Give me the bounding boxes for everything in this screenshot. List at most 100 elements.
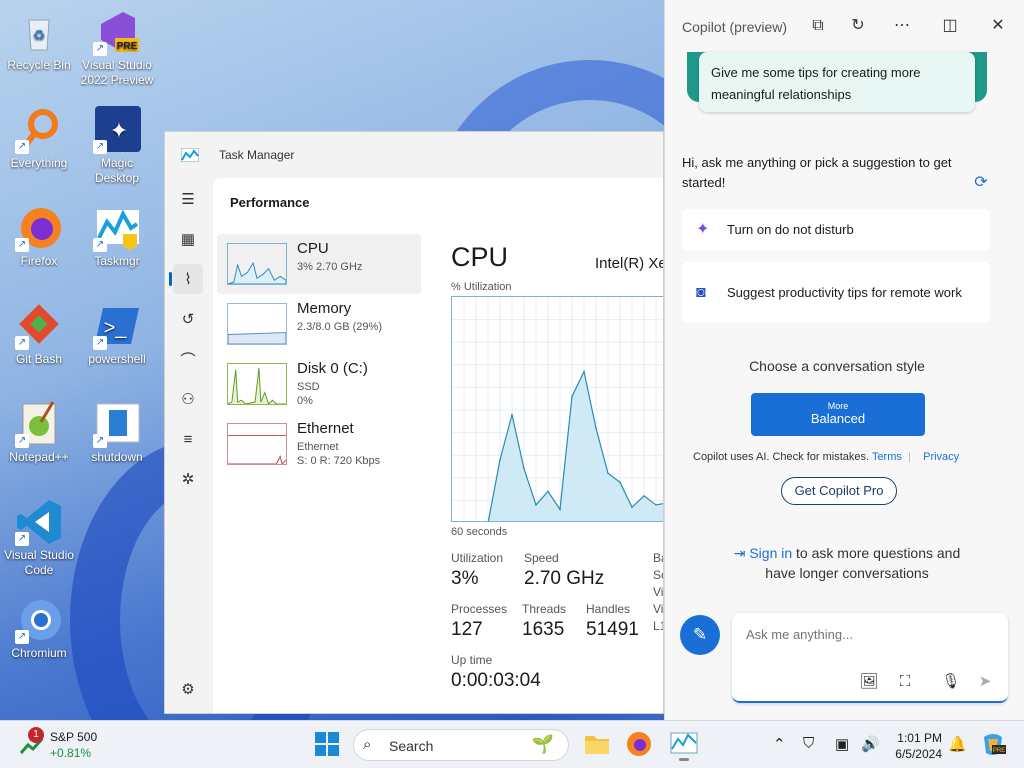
style-prefix: More [827,401,849,411]
stock-widget[interactable]: 1 S&P 500 +0.81% [16,727,116,761]
desktop-icon-shutdown[interactable]: ↗ shutdown [78,400,156,465]
copilot-pane: Copilot (preview) ⧉ ↻ ⋯ ◫ ✕ Give me some… [664,0,1024,720]
cpu-data-point [583,370,585,373]
start-button[interactable] [314,731,340,757]
terms-link[interactable]: Terms [872,451,902,463]
greeting-text: Hi, ask me anything or pick a suggestion… [682,155,952,190]
perf-item-disk[interactable]: Disk 0 (C:) SSD 0% [217,354,421,414]
dock-icon[interactable]: ◫ [938,14,962,38]
perf-item-cpu[interactable]: CPU 3% 2.70 GHz [217,234,421,294]
right-col-label: Ba [653,551,663,565]
task-manager-titlebar[interactable]: Task Manager [165,132,663,178]
handles-label: Handles [586,602,631,616]
svg-text:PRE: PRE [117,41,138,52]
clock[interactable]: 1:01 PM 6/5/2024 [890,730,942,762]
cpu-data-point [619,481,621,484]
desktop-icon-recycle-bin[interactable]: ♻ Recycle Bin [0,8,78,73]
task-manager-taskbar-button[interactable] [670,731,698,761]
show-hidden-icons-chevron-icon[interactable]: ⌃ [773,735,786,753]
processes-icon[interactable]: ▦ [173,224,203,254]
svg-text:♻: ♻ [33,27,46,43]
desktop-icon-label: Recycle Bin [7,58,71,72]
desktop-icon-chromium[interactable]: ↗ Chromium [0,596,78,661]
conversation-style-balanced-button[interactable]: More Balanced [751,393,925,436]
suggestion-label: Suggest productivity tips for remote wor… [727,284,962,300]
everything-search-icon: ↗ [15,106,63,154]
magic-desktop-icon: ✦ ↗ [93,106,141,154]
desktop-icon-everything[interactable]: ↗ Everything [0,106,78,171]
tip-card[interactable]: Give me some tips for creating more mean… [699,52,975,112]
send-icon[interactable]: ➤ [974,671,996,693]
refresh-icon[interactable]: ↻ [846,14,870,38]
get-copilot-pro-button[interactable]: Get Copilot Pro [781,477,897,505]
close-icon[interactable]: ✕ [986,14,1010,38]
cpu-data-point [547,490,549,493]
screenshot-icon[interactable]: ⛶ [894,671,916,693]
perf-item-detail: 3% 2.70 GHz [297,261,363,273]
sign-in-link[interactable]: Sign in [749,545,792,561]
suggestion-do-not-disturb[interactable]: ✦ Turn on do not disturb [682,209,990,251]
svg-text:✦: ✦ [110,118,128,143]
new-topic-button[interactable]: ✎ [680,615,720,655]
chromium-icon: ↗ [15,596,63,644]
processes-label: Processes [451,602,508,616]
chat-input[interactable] [746,627,986,642]
file-explorer-button[interactable] [584,731,610,757]
copilot-taskbar-button[interactable]: PRE [980,731,1006,757]
right-col-label: L1 [653,619,663,633]
memory-thumbnail [227,303,287,345]
perf-item-memory[interactable]: Memory 2.3/8.0 GB (29%) [217,294,421,354]
more-icon[interactable]: ⋯ [890,14,914,38]
display-icon[interactable]: ▣ [835,735,849,753]
desktop-icon-visual-studio-preview[interactable]: PRE ↗ Visual Studio 2022 Preview [78,8,156,88]
sign-in-text: to ask more questions and have longer co… [765,545,961,581]
suggestion-productivity-tips[interactable]: ◙ Suggest productivity tips for remote w… [682,262,990,323]
perf-item-detail: 0% [297,395,313,407]
desktop-icon-git-bash[interactable]: ↗ Git Bash [0,302,78,367]
details-icon[interactable]: ≡ [173,424,203,454]
cpu-data-point [535,504,537,506]
desktop-icon-firefox[interactable]: ↗ Firefox [0,204,78,269]
notifications-bell-icon[interactable]: 🔔 [948,735,967,753]
taskbar-search[interactable]: ⌕ Search 🌱 [353,729,569,761]
shortcut-arrow-icon: ↗ [15,532,29,546]
network-icon[interactable]: ⛉ [803,735,814,752]
svg-text:PRE: PRE [993,748,1005,754]
perf-item-detail: S: 0 R: 720 Kbps [297,455,381,467]
clock-time: 1:01 PM [897,731,942,745]
desktop-icon-powershell[interactable]: >_ ↗ powershell [78,302,156,367]
desktop-icon-magic-desktop[interactable]: ✦ ↗ Magic Desktop [78,106,156,186]
sign-in-icon: ⇥ [733,545,746,561]
volume-icon[interactable]: 🔊 [861,735,880,753]
shortcut-arrow-icon: ↗ [15,630,29,644]
startup-apps-icon[interactable]: ⌒ [173,344,203,374]
cpu-data-point [631,506,633,508]
processes-value: 127 [451,619,483,640]
perf-item-ethernet[interactable]: Ethernet Ethernet S: 0 R: 720 Kbps [217,414,421,474]
performance-icon[interactable]: ⌇ [169,264,203,294]
settings-icon[interactable]: ⚙ [173,674,203,704]
app-history-icon[interactable]: ↺ [173,304,203,334]
cpu-data-point [607,472,609,475]
task-manager-icon [670,732,698,754]
privacy-link[interactable]: Privacy [923,451,959,463]
vscode-icon: ↗ [15,498,63,546]
copilot-title: Copilot (preview) [682,19,788,35]
disclaimer: Copilot uses AI. Check for mistakes. Ter… [693,451,960,463]
svg-text:>_: >_ [104,317,128,339]
microphone-icon[interactable]: 🎙 [940,671,962,693]
refresh-suggestions-icon[interactable]: ⟳ [969,171,993,195]
users-icon[interactable]: ⚇ [173,384,203,414]
shortcut-arrow-icon: ↗ [93,434,107,448]
desktop-icon-taskmgr[interactable]: ↗ Taskmgr [78,204,156,269]
open-in-new-icon[interactable]: ⧉ [806,14,830,38]
services-icon[interactable]: ✲ [173,464,203,494]
firefox-taskbar-button[interactable] [626,731,652,757]
cpu-data-point [655,504,657,506]
desktop-icon-vscode[interactable]: ↗ Visual Studio Code [0,498,78,578]
cpu-heading: CPU [451,242,509,272]
add-image-icon[interactable]: 🖼 [858,671,880,693]
desktop-icon-notepad-plus-plus[interactable]: ↗ Notepad++ [0,400,78,465]
desktop-icon-label: Git Bash [15,352,63,366]
hamburger-menu-icon[interactable]: ☰ [173,184,203,214]
